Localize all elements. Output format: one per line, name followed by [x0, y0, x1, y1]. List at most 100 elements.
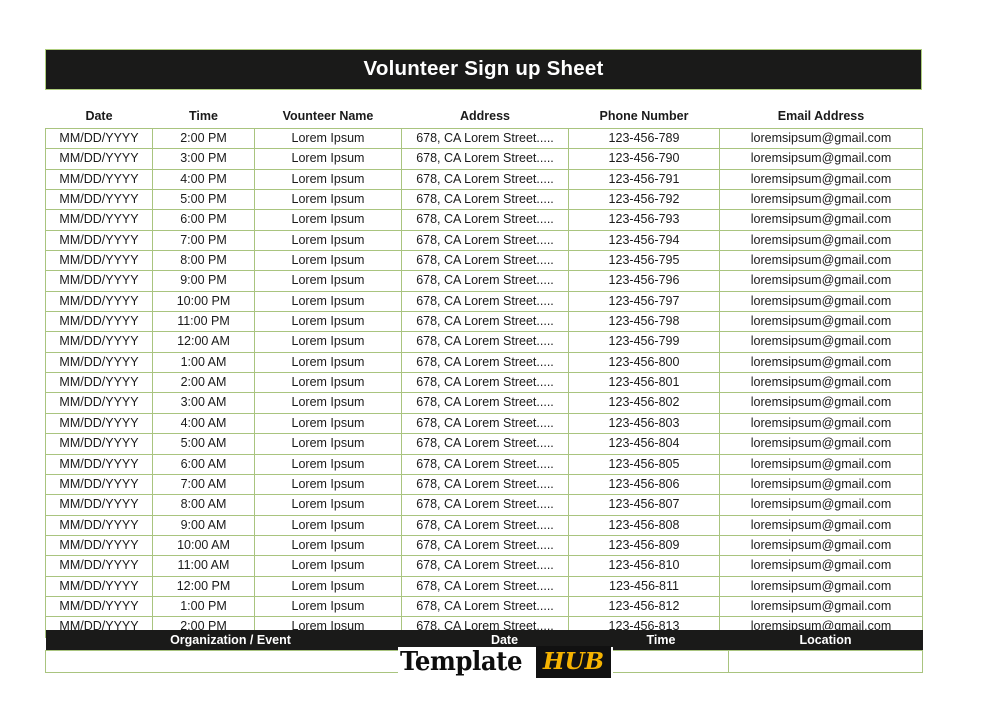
cell-email-address[interactable]: loremsipsum@gmail.com — [719, 229, 923, 252]
cell-address[interactable]: 678, CA Lorem Street..... — [401, 290, 569, 313]
cell-time[interactable]: 1:00 PM — [152, 595, 255, 618]
cell-volunteer-name[interactable]: Lorem Ipsum — [254, 168, 402, 191]
cell-email-address[interactable]: loremsipsum@gmail.com — [719, 209, 923, 231]
cell-volunteer-name[interactable]: Lorem Ipsum — [254, 372, 402, 394]
cell-date[interactable]: MM/DD/YYYY — [45, 127, 153, 150]
cell-time[interactable]: 5:00 AM — [152, 433, 255, 455]
cell-date[interactable]: MM/DD/YYYY — [45, 229, 153, 252]
cell-date[interactable]: MM/DD/YYYY — [45, 514, 153, 536]
cell-time[interactable]: 7:00 AM — [152, 473, 255, 496]
cell-email-address[interactable]: loremsipsum@gmail.com — [719, 494, 923, 516]
cell-address[interactable]: 678, CA Lorem Street..... — [401, 575, 569, 597]
cell-time[interactable]: 8:00 AM — [152, 494, 255, 516]
cell-time[interactable]: 6:00 AM — [152, 453, 255, 475]
cell-email-address[interactable]: loremsipsum@gmail.com — [719, 270, 923, 292]
cell-phone-number[interactable]: 123-456-795 — [568, 250, 720, 272]
cell-email-address[interactable]: loremsipsum@gmail.com — [719, 514, 923, 536]
cell-time[interactable]: 2:00 PM — [152, 127, 255, 150]
cell-volunteer-name[interactable]: Lorem Ipsum — [254, 473, 402, 496]
cell-date[interactable]: MM/DD/YYYY — [45, 209, 153, 231]
cell-address[interactable]: 678, CA Lorem Street..... — [401, 453, 569, 475]
cell-phone-number[interactable]: 123-456-812 — [568, 595, 720, 618]
cell-volunteer-name[interactable]: Lorem Ipsum — [254, 250, 402, 272]
cell-time[interactable]: 2:00 AM — [152, 372, 255, 394]
cell-time[interactable]: 12:00 PM — [152, 575, 255, 597]
cell-email-address[interactable]: loremsipsum@gmail.com — [719, 250, 923, 272]
cell-volunteer-name[interactable]: Lorem Ipsum — [254, 209, 402, 231]
cell-volunteer-name[interactable]: Lorem Ipsum — [254, 595, 402, 618]
cell-volunteer-name[interactable]: Lorem Ipsum — [254, 148, 402, 170]
cell-date[interactable]: MM/DD/YYYY — [45, 534, 153, 557]
cell-date[interactable]: MM/DD/YYYY — [45, 494, 153, 516]
cell-email-address[interactable]: loremsipsum@gmail.com — [719, 168, 923, 191]
cell-email-address[interactable]: loremsipsum@gmail.com — [719, 595, 923, 618]
cell-date[interactable]: MM/DD/YYYY — [45, 168, 153, 191]
cell-address[interactable]: 678, CA Lorem Street..... — [401, 494, 569, 516]
cell-volunteer-name[interactable]: Lorem Ipsum — [254, 555, 402, 577]
cell-email-address[interactable]: loremsipsum@gmail.com — [719, 127, 923, 150]
cell-date[interactable]: MM/DD/YYYY — [45, 311, 153, 333]
cell-email-address[interactable]: loremsipsum@gmail.com — [719, 575, 923, 597]
cell-phone-number[interactable]: 123-456-803 — [568, 412, 720, 435]
cell-date[interactable]: MM/DD/YYYY — [45, 575, 153, 597]
cell-email-address[interactable]: loremsipsum@gmail.com — [719, 351, 923, 374]
cell-address[interactable]: 678, CA Lorem Street..... — [401, 555, 569, 577]
cell-address[interactable]: 678, CA Lorem Street..... — [401, 595, 569, 618]
cell-time[interactable]: 11:00 AM — [152, 555, 255, 577]
cell-date[interactable]: MM/DD/YYYY — [45, 270, 153, 292]
cell-time[interactable]: 3:00 AM — [152, 392, 255, 414]
cell-address[interactable]: 678, CA Lorem Street..... — [401, 209, 569, 231]
cell-phone-number[interactable]: 123-456-807 — [568, 494, 720, 516]
cell-email-address[interactable]: loremsipsum@gmail.com — [719, 534, 923, 557]
cell-address[interactable]: 678, CA Lorem Street..... — [401, 392, 569, 414]
cell-address[interactable]: 678, CA Lorem Street..... — [401, 270, 569, 292]
cell-phone-number[interactable]: 123-456-793 — [568, 209, 720, 231]
cell-volunteer-name[interactable]: Lorem Ipsum — [254, 433, 402, 455]
cell-email-address[interactable]: loremsipsum@gmail.com — [719, 555, 923, 577]
cell-email-address[interactable]: loremsipsum@gmail.com — [719, 372, 923, 394]
cell-date[interactable]: MM/DD/YYYY — [45, 290, 153, 313]
cell-date[interactable]: MM/DD/YYYY — [45, 473, 153, 496]
cell-address[interactable]: 678, CA Lorem Street..... — [401, 148, 569, 170]
cell-date[interactable]: MM/DD/YYYY — [45, 555, 153, 577]
cell-volunteer-name[interactable]: Lorem Ipsum — [254, 229, 402, 252]
cell-volunteer-name[interactable]: Lorem Ipsum — [254, 270, 402, 292]
cell-email-address[interactable]: loremsipsum@gmail.com — [719, 290, 923, 313]
cell-email-address[interactable]: loremsipsum@gmail.com — [719, 311, 923, 333]
cell-time[interactable]: 9:00 PM — [152, 270, 255, 292]
cell-time[interactable]: 12:00 AM — [152, 331, 255, 353]
cell-phone-number[interactable]: 123-456-796 — [568, 270, 720, 292]
cell-time[interactable]: 11:00 PM — [152, 311, 255, 333]
cell-volunteer-name[interactable]: Lorem Ipsum — [254, 534, 402, 557]
cell-phone-number[interactable]: 123-456-809 — [568, 534, 720, 557]
cell-date[interactable]: MM/DD/YYYY — [45, 392, 153, 414]
cell-email-address[interactable]: loremsipsum@gmail.com — [719, 148, 923, 170]
cell-email-address[interactable]: loremsipsum@gmail.com — [719, 433, 923, 455]
cell-volunteer-name[interactable]: Lorem Ipsum — [254, 331, 402, 353]
cell-phone-number[interactable]: 123-456-804 — [568, 433, 720, 455]
cell-phone-number[interactable]: 123-456-791 — [568, 168, 720, 191]
cell-date[interactable]: MM/DD/YYYY — [45, 148, 153, 170]
cell-address[interactable]: 678, CA Lorem Street..... — [401, 473, 569, 496]
cell-volunteer-name[interactable]: Lorem Ipsum — [254, 412, 402, 435]
cell-time[interactable]: 10:00 PM — [152, 290, 255, 313]
cell-volunteer-name[interactable]: Lorem Ipsum — [254, 189, 402, 211]
cell-address[interactable]: 678, CA Lorem Street..... — [401, 127, 569, 150]
cell-time[interactable]: 3:00 PM — [152, 148, 255, 170]
cell-date[interactable]: MM/DD/YYYY — [45, 433, 153, 455]
cell-address[interactable]: 678, CA Lorem Street..... — [401, 372, 569, 394]
cell-address[interactable]: 678, CA Lorem Street..... — [401, 250, 569, 272]
cell-time[interactable]: 4:00 PM — [152, 168, 255, 191]
cell-address[interactable]: 678, CA Lorem Street..... — [401, 229, 569, 252]
cell-date[interactable]: MM/DD/YYYY — [45, 189, 153, 211]
cell-phone-number[interactable]: 123-456-802 — [568, 392, 720, 414]
cell-address[interactable]: 678, CA Lorem Street..... — [401, 168, 569, 191]
cell-phone-number[interactable]: 123-456-806 — [568, 473, 720, 496]
cell-address[interactable]: 678, CA Lorem Street..... — [401, 311, 569, 333]
cell-volunteer-name[interactable]: Lorem Ipsum — [254, 311, 402, 333]
cell-phone-number[interactable]: 123-456-789 — [568, 127, 720, 150]
cell-volunteer-name[interactable]: Lorem Ipsum — [254, 127, 402, 150]
cell-volunteer-name[interactable]: Lorem Ipsum — [254, 514, 402, 536]
footer-cell-time[interactable] — [593, 650, 729, 673]
cell-email-address[interactable]: loremsipsum@gmail.com — [719, 453, 923, 475]
